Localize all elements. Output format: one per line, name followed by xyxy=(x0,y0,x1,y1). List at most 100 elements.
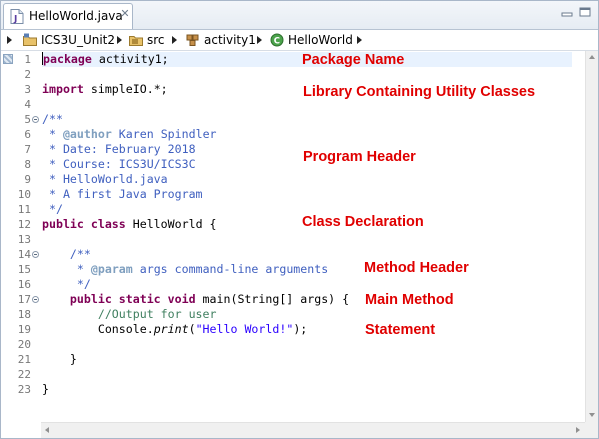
chevron-right-icon[interactable] xyxy=(172,36,177,44)
code-text: activity1; xyxy=(91,52,169,66)
source-folder-icon xyxy=(129,36,143,46)
line-number: 19 xyxy=(17,323,31,336)
javadoc-text: Karen Spindler xyxy=(111,127,217,141)
code-line: } xyxy=(42,382,49,396)
java-file-icon: J xyxy=(10,9,24,24)
tab-title: HelloWorld.java xyxy=(29,9,123,23)
code-text: main(String[] args) { xyxy=(195,292,350,306)
code-area[interactable]: package activity1; import simpleIO.*; /*… xyxy=(42,51,572,422)
javadoc-tag: @author xyxy=(62,127,112,141)
line-number: 12 xyxy=(17,218,31,231)
line-number: 16 xyxy=(17,278,31,291)
chevron-right-icon[interactable] xyxy=(117,36,122,44)
line-number: 6 xyxy=(24,128,31,141)
line-number: 18 xyxy=(17,308,31,321)
code-line: public static void main(String[] args) { xyxy=(42,292,349,307)
line-number: 7 xyxy=(24,143,31,156)
class-icon: C xyxy=(270,33,284,47)
editor-window: J HelloWorld.java ✕ ICS3U_Unit2 src acti… xyxy=(0,0,599,439)
scrollbar-corner xyxy=(585,422,598,438)
javadoc-line: */ xyxy=(42,202,63,216)
javadoc-line: * HelloWorld.java xyxy=(42,172,168,186)
javadoc-line: * @param args command-line arguments xyxy=(42,262,328,277)
minimize-icon[interactable] xyxy=(561,7,573,17)
annotation-program-header: Program Header xyxy=(303,149,416,165)
scroll-up-icon[interactable] xyxy=(589,55,595,59)
line-number: 10 xyxy=(17,188,31,201)
breadcrumb-item-class[interactable]: HelloWorld xyxy=(288,33,353,49)
svg-text:C: C xyxy=(274,37,280,47)
code-text: ); xyxy=(293,322,308,336)
tab-helloworld-java[interactable]: J HelloWorld.java ✕ xyxy=(3,3,133,29)
project-folder-icon xyxy=(23,33,37,46)
chevron-right-icon[interactable] xyxy=(7,36,12,44)
code-line: Console.print("Hello World!"); xyxy=(42,322,307,337)
keyword: import xyxy=(42,82,84,96)
vertical-scrollbar[interactable] xyxy=(585,51,598,422)
breadcrumb-item-src[interactable]: src xyxy=(147,33,165,49)
javadoc-text: * xyxy=(42,127,63,141)
annotation-statement: Statement xyxy=(365,322,436,338)
breadcrumb-item-project[interactable]: ICS3U_Unit2 xyxy=(41,33,115,49)
line-number: 13 xyxy=(17,233,31,246)
breadcrumb: ICS3U_Unit2 src activity1 C HelloWorld xyxy=(1,30,598,51)
line-number: 2 xyxy=(24,68,31,81)
line-number: 9 xyxy=(24,173,31,186)
line-number: 3 xyxy=(24,83,31,96)
line-number: 20 xyxy=(17,338,31,351)
scroll-down-icon[interactable] xyxy=(589,413,595,417)
maximize-icon[interactable] xyxy=(579,7,591,17)
close-icon[interactable]: ✕ xyxy=(119,8,131,20)
keyword: package xyxy=(43,52,92,66)
fold-toggle-icon[interactable] xyxy=(32,251,39,258)
code-text: HelloWorld { xyxy=(125,217,217,231)
scroll-right-icon[interactable] xyxy=(576,427,580,433)
code-text: simpleIO.*; xyxy=(83,82,168,96)
annotation-package-name: Package Name xyxy=(302,52,405,68)
javadoc-line: /** xyxy=(42,247,91,261)
code-line: } xyxy=(42,352,77,366)
line-number: 11 xyxy=(17,203,31,216)
gutter-spacer xyxy=(1,422,41,438)
code-line: import simpleIO.*; xyxy=(42,82,168,97)
overview-ruler xyxy=(1,51,15,422)
fold-toggle-icon[interactable] xyxy=(32,296,39,303)
method-name: print xyxy=(153,322,189,336)
javadoc-text: * xyxy=(42,262,91,276)
code-line: package activity1; xyxy=(42,52,169,67)
current-line-marker xyxy=(3,54,13,64)
fold-toggle-icon[interactable] xyxy=(32,116,39,123)
code-text: Console. xyxy=(42,322,154,336)
string-literal: "Hello World!" xyxy=(195,322,294,336)
horizontal-scrollbar[interactable] xyxy=(41,422,585,438)
line-number: 15 xyxy=(17,263,31,276)
line-number-gutter: 1 2 3 4 5 6 7 8 9 10 11 12 13 14 15 16 1… xyxy=(15,51,41,422)
line-number: 23 xyxy=(17,383,31,396)
code-editor[interactable]: 1 2 3 4 5 6 7 8 9 10 11 12 13 14 15 16 1… xyxy=(1,51,585,422)
code-line: public class HelloWorld { xyxy=(42,217,217,232)
breadcrumb-item-package[interactable]: activity1 xyxy=(204,33,256,49)
line-number: 4 xyxy=(24,98,31,111)
package-icon xyxy=(186,34,199,46)
annotation-class-declaration: Class Declaration xyxy=(302,214,424,230)
javadoc-text: args command-line arguments xyxy=(132,262,329,276)
line-number: 8 xyxy=(24,158,31,171)
chevron-right-icon[interactable] xyxy=(257,36,262,44)
javadoc-line: */ xyxy=(42,277,91,291)
line-number: 5 xyxy=(24,113,31,126)
line-comment: //Output for user xyxy=(42,307,217,321)
line-number: 1 xyxy=(24,53,31,66)
javadoc-line: /** xyxy=(42,112,63,126)
javadoc-line: * @author Karen Spindler xyxy=(42,127,217,142)
keyword: public static void xyxy=(69,292,196,306)
line-number: 21 xyxy=(17,353,31,366)
javadoc-tag: @param xyxy=(90,262,133,276)
chevron-right-icon[interactable] xyxy=(357,36,362,44)
keyword: public class xyxy=(42,217,126,231)
annotation-main-method: Main Method xyxy=(365,292,454,308)
scroll-left-icon[interactable] xyxy=(45,427,49,433)
javadoc-line: * Course: ICS3U/ICS3C xyxy=(42,157,196,171)
code-text: ( xyxy=(188,322,196,336)
line-number: 14 xyxy=(17,248,31,261)
